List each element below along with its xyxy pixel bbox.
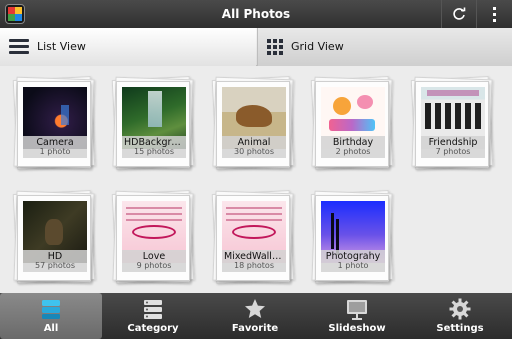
grid-view-icon bbox=[267, 39, 283, 55]
album-card-hd[interactable]: HD 57 photos bbox=[12, 190, 96, 284]
nav-all[interactable]: All bbox=[0, 293, 102, 339]
star-icon bbox=[245, 299, 265, 318]
list-view-button[interactable]: List View bbox=[0, 28, 256, 66]
overflow-menu-button[interactable] bbox=[476, 0, 510, 28]
nav-label: All bbox=[43, 323, 59, 334]
category-list-icon bbox=[144, 300, 162, 319]
album-count: 7 photos bbox=[435, 147, 471, 156]
grid-view-label: Grid View bbox=[291, 40, 344, 53]
nav-label: Slideshow bbox=[328, 323, 386, 334]
album-card-camera[interactable]: Camera 1 photo bbox=[12, 76, 96, 170]
overflow-menu-icon bbox=[493, 7, 496, 10]
nav-category[interactable]: Category bbox=[102, 293, 204, 339]
album-count: 57 photos bbox=[35, 261, 75, 270]
view-toggle-bar: List View Grid View bbox=[0, 28, 512, 66]
layers-icon bbox=[42, 300, 60, 319]
gear-icon bbox=[449, 298, 471, 320]
page-title: All Photos bbox=[221, 7, 291, 21]
album-count: 18 photos bbox=[234, 261, 274, 270]
nav-label: Settings bbox=[436, 323, 484, 334]
album-card-animal[interactable]: Animal 30 photos bbox=[211, 76, 295, 170]
nav-label: Favorite bbox=[231, 323, 279, 334]
grid-view-button[interactable]: Grid View bbox=[257, 28, 512, 66]
album-card-photography[interactable]: Photograhy 1 photo bbox=[310, 190, 394, 284]
album-count: 30 photos bbox=[234, 147, 274, 156]
album-card-love[interactable]: Love 9 photos bbox=[111, 190, 195, 284]
album-card-birthday[interactable]: Birthday 2 photos bbox=[310, 76, 394, 170]
album-card-hdbackground[interactable]: HDBackgrou... 15 photos bbox=[111, 76, 195, 170]
list-view-label: List View bbox=[37, 40, 86, 53]
refresh-icon bbox=[453, 7, 466, 20]
refresh-button[interactable] bbox=[441, 0, 475, 28]
title-bar: All Photos bbox=[0, 0, 512, 28]
album-count: 15 photos bbox=[134, 147, 174, 156]
nav-label: Category bbox=[127, 323, 179, 334]
bottom-nav: All Category Favorite Slideshow Settings bbox=[0, 293, 512, 339]
album-count: 9 photos bbox=[136, 261, 172, 270]
album-grid: Camera 1 photo HDBackgrou... 15 photos A… bbox=[0, 67, 512, 293]
slideshow-icon bbox=[347, 300, 367, 320]
album-card-mixedwallpaper[interactable]: MixedWallpa... 18 photos bbox=[211, 190, 295, 284]
album-count: 1 photo bbox=[39, 147, 71, 156]
list-view-icon bbox=[9, 39, 29, 55]
album-count: 1 photo bbox=[337, 261, 369, 270]
nav-settings[interactable]: Settings bbox=[408, 293, 512, 339]
album-count: 2 photos bbox=[335, 147, 371, 156]
album-card-friendship[interactable]: Friendship 7 photos bbox=[410, 76, 494, 170]
nav-favorite[interactable]: Favorite bbox=[204, 293, 306, 339]
nav-slideshow[interactable]: Slideshow bbox=[306, 293, 408, 339]
